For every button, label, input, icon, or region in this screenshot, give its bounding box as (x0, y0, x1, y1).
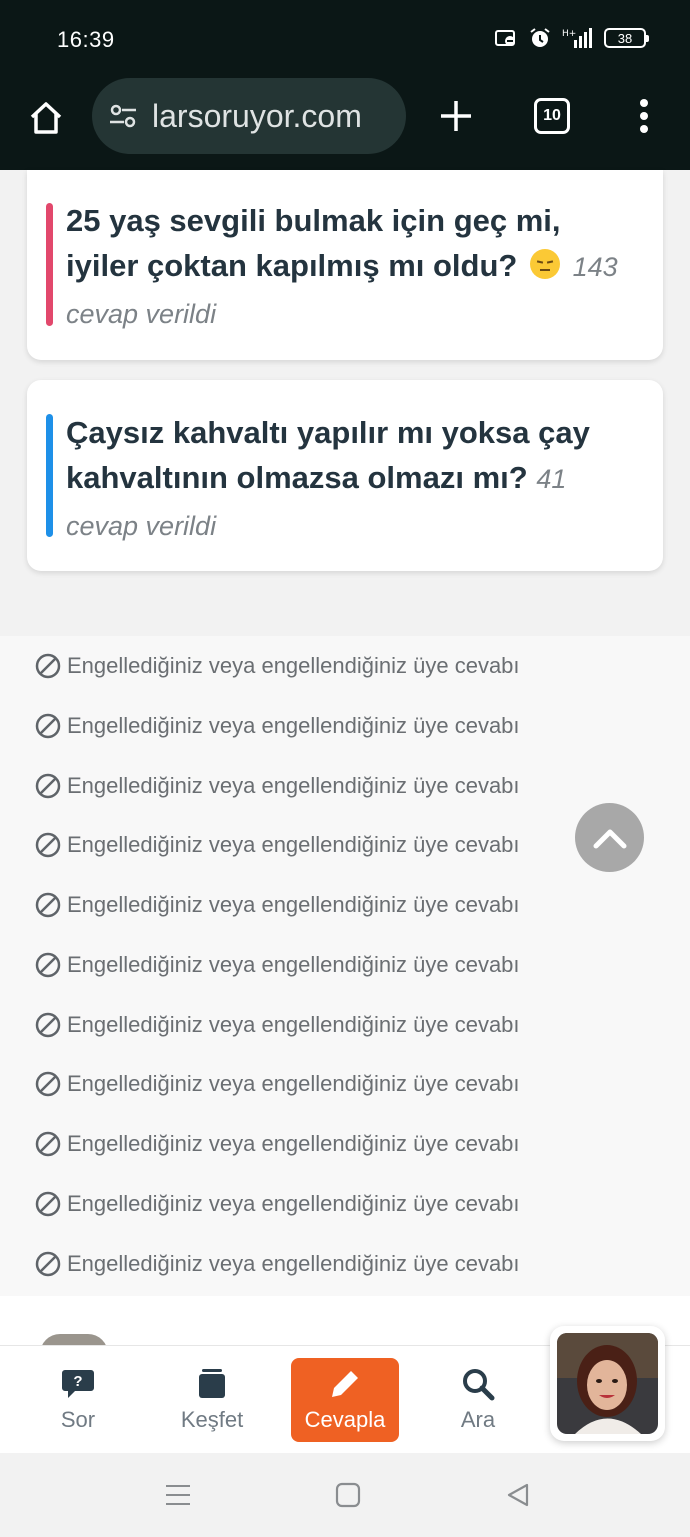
blocked-answer-text: Engellediğiniz veya engellendiğiniz üye … (67, 832, 520, 857)
tab-switcher-button[interactable]: 10 (534, 98, 570, 134)
notification-off-icon (494, 28, 518, 48)
blocked-icon (35, 1012, 61, 1038)
blocked-answer-text: Engellediğiniz veya engellendiğiniz üye … (67, 1071, 520, 1096)
svg-text:H+: H+ (562, 29, 576, 39)
chevron-up-icon (593, 829, 626, 848)
status-icons: H+ 38 (494, 26, 649, 50)
nav-kesfet[interactable]: Keşfet (168, 1346, 256, 1454)
blocked-icon (35, 1071, 61, 1097)
nav-sor-label: Sor (60, 1407, 96, 1432)
blocked-answer-text: Engellediğiniz veya engellendiğiniz üye … (67, 1191, 520, 1216)
question-card[interactable]: Çaysız kahvaltı yapılır mı yoksa çay kah… (27, 380, 663, 571)
plus-icon (441, 101, 471, 131)
nav-ara-label: Ara (460, 1407, 496, 1432)
browser-toolbar: larsoruyor.com 10 (0, 78, 690, 170)
question-card[interactable]: 25 yaş sevgili bulmak için geç mi, iyile… (27, 170, 663, 360)
scroll-to-top-button[interactable] (575, 803, 644, 872)
blocked-answer: Engellediğiniz veya engellendiğiniz üye … (35, 653, 520, 679)
alarm-icon (528, 26, 552, 50)
blocked-answers-list: Engellediğiniz veya engellendiğiniz üye … (0, 636, 690, 1296)
question-bubble-icon: ? (61, 1367, 95, 1401)
blocked-answer-text: Engellediğiniz veya engellendiğiniz üye … (67, 1131, 520, 1156)
site-settings-icon[interactable] (106, 99, 140, 133)
blocked-answer: Engellediğiniz veya engellendiğiniz üye … (35, 1012, 520, 1038)
blocked-icon (35, 832, 61, 858)
blocked-answer-text: Engellediğiniz veya engellendiğiniz üye … (67, 952, 520, 977)
blocked-answer: Engellediğiniz veya engellendiğiniz üye … (35, 1131, 520, 1157)
battery-icon: 38 (604, 28, 649, 48)
nav-cevapla-label: Cevapla (304, 1407, 386, 1432)
pensive-face-icon (529, 249, 560, 279)
blocked-icon (35, 1251, 61, 1277)
status-bar: 16:39 H+ 38 (0, 0, 690, 78)
blocked-answer: Engellediğiniz veya engellendiğiniz üye … (35, 832, 520, 858)
blocked-answer: Engellediğiniz veya engellendiğiniz üye … (35, 952, 520, 978)
question-title: Çaysız kahvaltı yapılır mı yoksa çay kah… (66, 415, 590, 495)
system-home-button[interactable] (334, 1481, 362, 1509)
blocked-answer-text: Engellediğiniz veya engellendiğiniz üye … (67, 892, 520, 917)
explore-cards-icon (195, 1367, 229, 1401)
back-triangle-icon (507, 1483, 529, 1507)
blocked-answer: Engellediğiniz veya engellendiğiniz üye … (35, 892, 520, 918)
question-title: 25 yaş sevgili bulmak için geç mi, iyile… (66, 203, 561, 283)
nav-sor[interactable]: ? Sor (36, 1346, 120, 1454)
status-time: 16:39 (57, 27, 115, 52)
card-accent-bar (46, 414, 53, 537)
blocked-icon (35, 892, 61, 918)
menu-lines-icon (166, 1485, 190, 1505)
new-tab-button[interactable] (432, 92, 480, 140)
blocked-answer-text: Engellediğiniz veya engellendiğiniz üye … (67, 1251, 520, 1276)
blocked-icon (35, 1131, 61, 1157)
system-back-button[interactable] (504, 1481, 532, 1509)
system-navigation-bar (0, 1453, 690, 1537)
question-text[interactable]: Çaysız kahvaltı yapılır mı yoksa çay kah… (66, 410, 641, 549)
blocked-answer-text: Engellediğiniz veya engellendiğiniz üye … (67, 773, 520, 798)
assistant-photo (557, 1333, 658, 1434)
nav-cevapla[interactable]: Cevapla (291, 1358, 399, 1442)
svg-text:?: ? (73, 1373, 82, 1390)
blocked-icon (35, 653, 61, 679)
home-icon (30, 102, 62, 134)
blocked-answer: Engellediğiniz veya engellendiğiniz üye … (35, 1251, 520, 1277)
more-vert-icon (640, 99, 648, 133)
nav-kesfet-label: Keşfet (180, 1407, 244, 1432)
blocked-icon (35, 1191, 61, 1217)
browser-menu-button[interactable] (626, 94, 662, 138)
support-assistant-avatar[interactable] (550, 1326, 665, 1441)
square-icon (335, 1482, 361, 1508)
blocked-answer: Engellediğiniz veya engellendiğiniz üye … (35, 1191, 520, 1217)
blocked-answer: Engellediğiniz veya engellendiğiniz üye … (35, 773, 520, 799)
blocked-answer: Engellediğiniz veya engellendiğiniz üye … (35, 1071, 520, 1097)
blocked-answer-text: Engellediğiniz veya engellendiğiniz üye … (67, 713, 520, 738)
signal-icon: H+ (562, 27, 594, 49)
question-text[interactable]: 25 yaş sevgili bulmak için geç mi, iyile… (66, 198, 641, 337)
blocked-answer-text: Engellediğiniz veya engellendiğiniz üye … (67, 1012, 520, 1037)
blocked-icon (35, 773, 61, 799)
pencil-icon (328, 1367, 362, 1401)
blocked-icon (35, 952, 61, 978)
blocked-answer: Engellediğiniz veya engellendiğiniz üye … (35, 713, 520, 739)
url-text: larsoruyor.com (152, 97, 362, 134)
search-icon (461, 1367, 495, 1401)
recent-apps-button[interactable] (164, 1481, 192, 1509)
address-bar[interactable]: larsoruyor.com (92, 78, 406, 154)
home-button[interactable] (22, 94, 70, 142)
card-accent-bar (46, 203, 53, 326)
blocked-answer-text: Engellediğiniz veya engellendiğiniz üye … (67, 653, 520, 678)
nav-ara[interactable]: Ara (436, 1346, 520, 1454)
blocked-icon (35, 713, 61, 739)
